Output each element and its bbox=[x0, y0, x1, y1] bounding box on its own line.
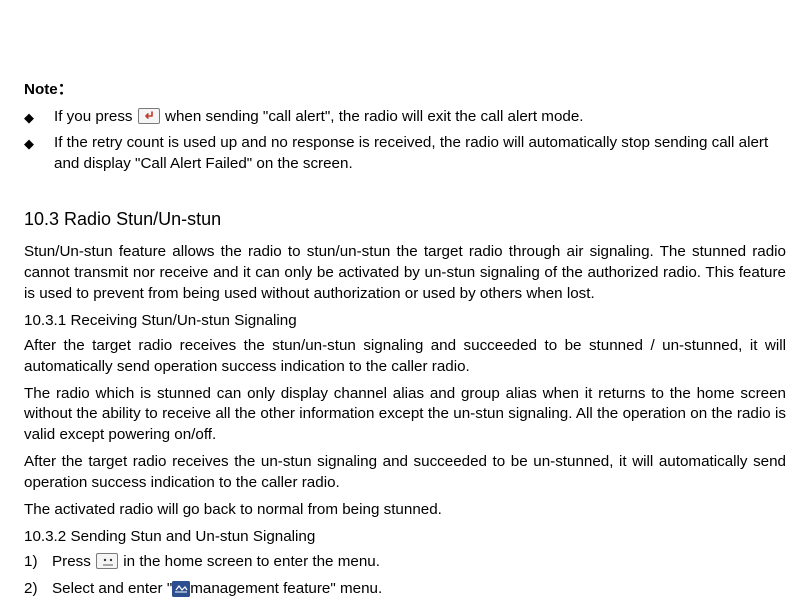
section-10-3-heading: 10.3 Radio Stun/Un-stun bbox=[24, 207, 786, 232]
bullet-diamond: ◆ bbox=[24, 133, 54, 175]
section-10-3-1-p3: After the target radio receives the un-s… bbox=[24, 452, 786, 494]
step-2: 2) Select and enter " management feature… bbox=[24, 579, 786, 600]
section-10-3-1-heading: 10.3.1 Receiving Stun/Un-stun Signaling bbox=[24, 311, 786, 332]
bullet-diamond: ◆ bbox=[24, 107, 54, 128]
step-1-num: 1) bbox=[24, 552, 52, 573]
note-b1-pre: If you press bbox=[54, 108, 133, 125]
step-2-num: 2) bbox=[24, 579, 52, 600]
step-2-post: management feature" menu. bbox=[190, 580, 382, 597]
note-bullet-2: ◆ If the retry count is used up and no r… bbox=[24, 133, 786, 175]
step-2-text: Select and enter " management feature" m… bbox=[52, 579, 786, 600]
section-10-3-1-p4: The activated radio will go back to norm… bbox=[24, 500, 786, 521]
management-feature-icon bbox=[172, 581, 190, 597]
section-10-3-2-heading: 10.3.2 Sending Stun and Un-stun Signalin… bbox=[24, 527, 786, 548]
note-title: Note： bbox=[24, 80, 786, 101]
step-1: 1) Press in the home screen to enter the… bbox=[24, 552, 786, 573]
note-b1-post: when sending "call alert", the radio wil… bbox=[165, 108, 584, 125]
step-1-pre: Press bbox=[52, 553, 95, 570]
step-1-post: in the home screen to enter the menu. bbox=[123, 553, 380, 570]
note-bullet-1-text: If you press when sending "call alert", … bbox=[54, 107, 786, 128]
note-bullet-2-text: If the retry count is used up and no res… bbox=[54, 133, 786, 175]
section-10-3-1-p1: After the target radio receives the stun… bbox=[24, 336, 786, 378]
section-10-3-1-p2: The radio which is stunned can only disp… bbox=[24, 384, 786, 447]
step-2-pre: Select and enter " bbox=[52, 580, 172, 597]
section-10-3-intro: Stun/Un-stun feature allows the radio to… bbox=[24, 242, 786, 305]
enter-key-icon bbox=[138, 108, 160, 124]
menu-key-icon bbox=[96, 553, 118, 569]
step-1-text: Press in the home screen to enter the me… bbox=[52, 552, 786, 573]
note-bullet-1: ◆ If you press when sending "call alert"… bbox=[24, 107, 786, 128]
